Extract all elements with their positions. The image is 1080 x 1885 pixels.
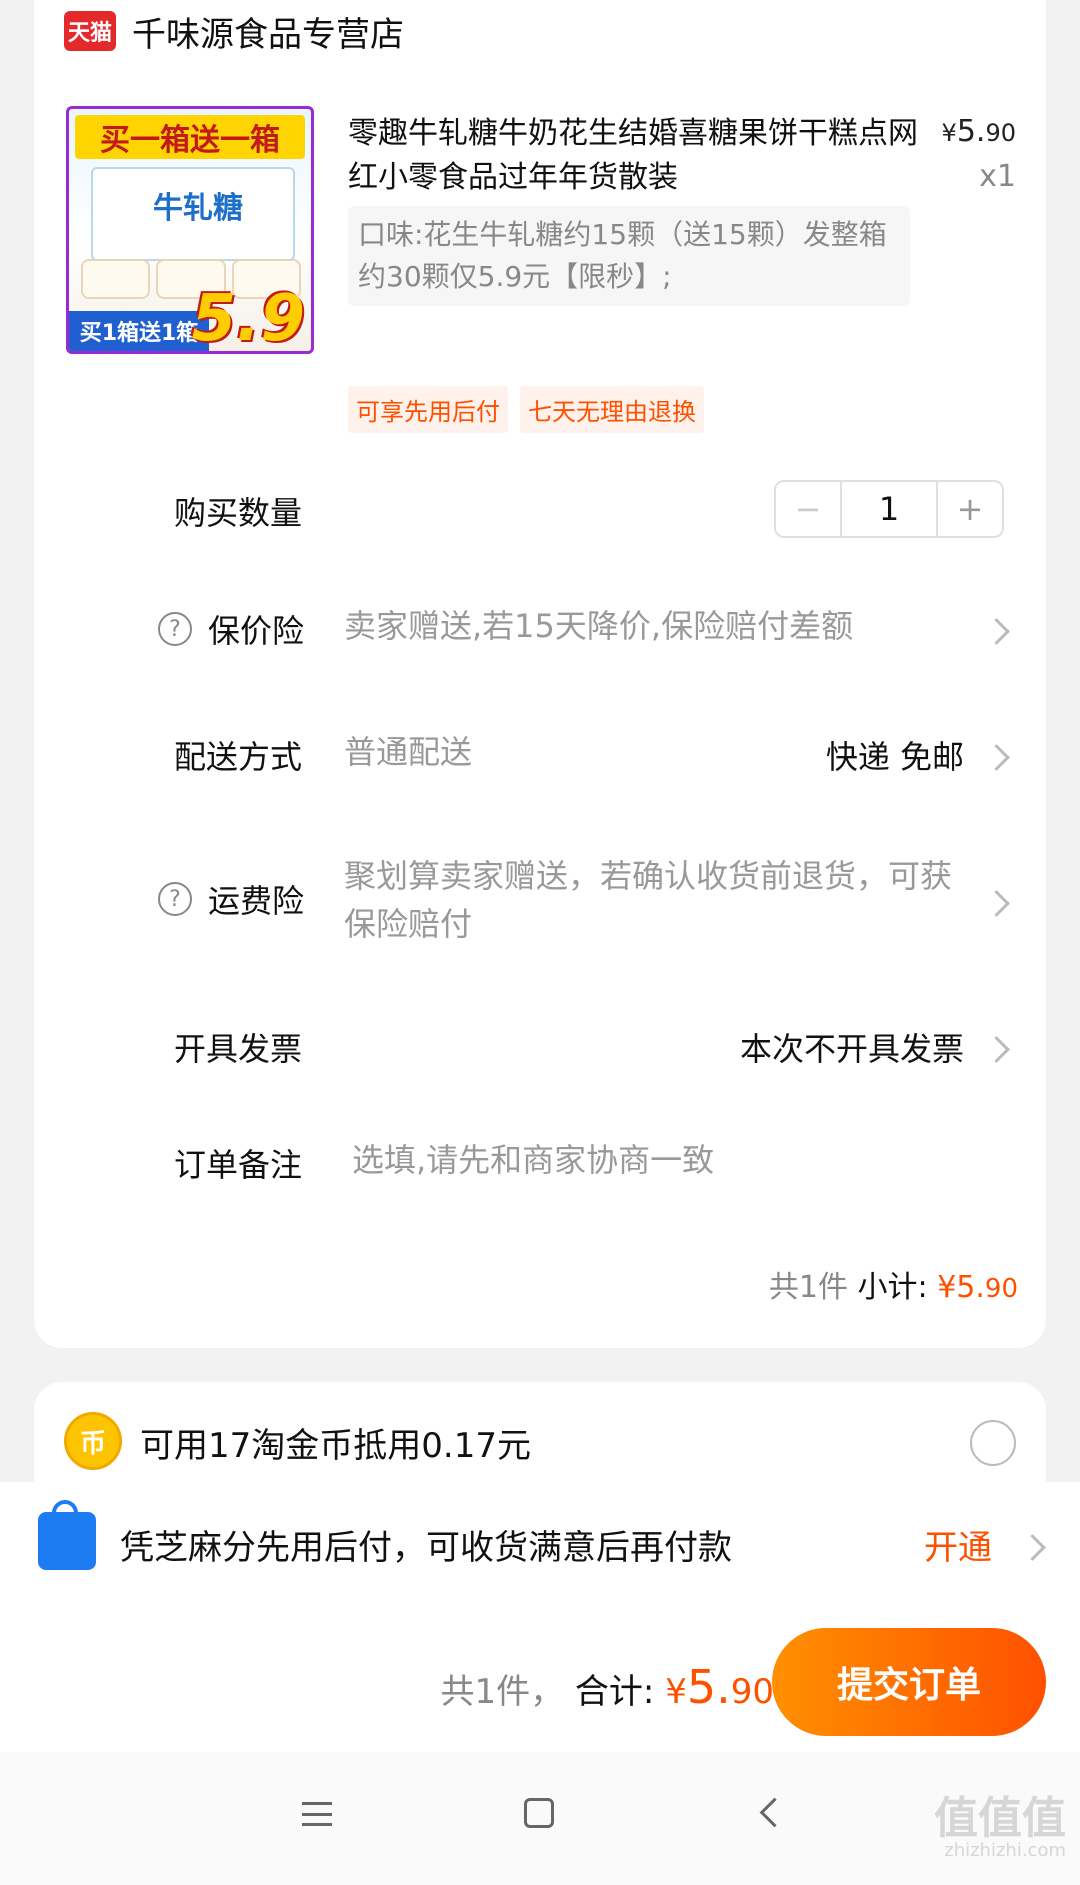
price-integer: 5. <box>956 114 986 149</box>
invoice-label: 开具发票 <box>174 1030 303 1068</box>
shopping-bag-icon <box>38 1512 96 1570</box>
submit-bar: 共1件， 合计: ¥5.90 提交订单 <box>0 1612 1080 1754</box>
total-currency: ¥ <box>665 1672 687 1712</box>
delivery-label: 配送方式 <box>174 738 303 776</box>
product-price: ¥5.90 x1 <box>942 114 1016 194</box>
price-protect-value: 卖家赠送,若15天降价,保险赔付差额 <box>344 607 854 645</box>
invoice-row[interactable]: 开具发票 本次不开具发票 <box>34 1018 1046 1078</box>
submit-order-button[interactable]: 提交订单 <box>772 1628 1046 1736</box>
help-icon[interactable]: ? <box>158 612 192 646</box>
open-button[interactable]: 开通 <box>924 1520 992 1569</box>
tag-return: 七天无理由退换 <box>520 386 704 433</box>
quantity-stepper[interactable]: − 1 + <box>774 480 1004 538</box>
product-quantity: x1 <box>979 159 1016 194</box>
product-image[interactable]: 买一箱送一箱 牛轧糖 买1箱送1箱 5.9 <box>66 106 314 354</box>
price-protect-row[interactable]: ? 保价险 卖家赠送,若15天降价,保险赔付差额 <box>34 600 1046 660</box>
chevron-right-icon <box>1019 1534 1046 1561</box>
image-promo-bottom: 买1箱送1箱 <box>69 311 209 351</box>
product-spec[interactable]: 口味:花生牛轧糖约15颗（送15颗）发整箱约30颗仅5.9元【限秒】; <box>348 206 910 306</box>
total-decimal: 90 <box>730 1672 774 1712</box>
subtotal: 共1件 小计: ¥5.90 <box>769 1262 1018 1306</box>
order-note-input[interactable]: 选填,请先和商家协商一致 <box>352 1136 714 1184</box>
decrease-button[interactable]: − <box>776 482 842 536</box>
image-price: 5.9 <box>191 282 305 354</box>
pay-later-text: 凭芝麻分先用后付，可收货满意后再付款 <box>120 1528 732 1568</box>
tmall-logo: 天猫 <box>64 11 116 51</box>
increase-button[interactable]: + <box>936 482 1002 536</box>
image-candy-box: 牛轧糖 <box>91 167 295 261</box>
chevron-right-icon <box>983 1036 1010 1063</box>
price-protect-label: 保价险 <box>208 612 305 650</box>
price-decimal: 90 <box>985 119 1016 147</box>
coin-radio[interactable] <box>970 1420 1016 1466</box>
quantity-value[interactable]: 1 <box>842 482 936 536</box>
help-icon[interactable]: ? <box>158 882 192 916</box>
back-icon[interactable] <box>759 1797 790 1828</box>
watermark: 值值值 <box>934 1793 1066 1844</box>
total-label: 合计: <box>574 1672 655 1712</box>
service-tags: 可享先用后付 七天无理由退换 <box>348 386 704 433</box>
order-note-label: 订单备注 <box>174 1146 303 1184</box>
quantity-label: 购买数量 <box>174 494 303 532</box>
invoice-value: 本次不开具发票 <box>739 1030 964 1068</box>
shipping-insurance-row[interactable]: ? 运费险 聚划算卖家赠送，若确认收货前退货，可获保险赔付 <box>34 852 1046 952</box>
total-count: 共1件， <box>440 1672 565 1712</box>
delivery-value: 普通配送 <box>344 733 473 771</box>
shipping-insurance-label: 运费险 <box>208 882 305 920</box>
image-promo-top: 买一箱送一箱 <box>75 115 305 159</box>
subtotal-integer: 5. <box>956 1270 985 1305</box>
menu-icon[interactable] <box>302 1802 332 1826</box>
product-title[interactable]: 零趣牛轧糖牛奶花生结婚喜糖果饼干糕点网红小零食品过年年货散装 <box>348 112 918 200</box>
system-nav-bar: 值值值 zhizhizhi.com <box>0 1752 1080 1885</box>
delivery-method: 快递 免邮 <box>825 738 964 776</box>
shipping-insurance-value: 聚划算卖家赠送，若确认收货前退货，可获保险赔付 <box>344 857 953 943</box>
subtotal-decimal: 90 <box>984 1274 1018 1304</box>
tag-pay-later: 可享先用后付 <box>348 386 508 433</box>
subtotal-count: 共1件 <box>768 1270 848 1305</box>
total: 共1件， 合计: ¥5.90 <box>440 1660 774 1714</box>
order-card: 天猫 千味源食品专营店 买一箱送一箱 牛轧糖 买1箱送1箱 5.9 零趣牛轧糖牛… <box>34 0 1046 1348</box>
subtotal-label: 小计: <box>857 1270 928 1305</box>
chevron-right-icon <box>983 744 1010 771</box>
watermark-url: zhizhizhi.com <box>944 1840 1066 1861</box>
home-icon[interactable] <box>524 1798 554 1828</box>
image-box-label: 牛轧糖 <box>153 191 243 226</box>
chevron-right-icon <box>983 890 1010 917</box>
shop-name[interactable]: 千味源食品专营店 <box>132 7 404 56</box>
coin-icon: 币 <box>64 1412 122 1470</box>
chevron-right-icon <box>983 618 1010 645</box>
subtotal-currency: ¥ <box>937 1270 957 1305</box>
pay-later-bar[interactable]: 凭芝麻分先用后付，可收货满意后再付款 开通 <box>0 1482 1080 1612</box>
shop-header[interactable]: 天猫 千味源食品专营店 <box>64 7 404 56</box>
coin-text: 可用17淘金币抵用0.17元 <box>140 1426 531 1466</box>
total-integer: 5. <box>686 1660 731 1714</box>
order-note-row[interactable]: 订单备注 选填,请先和商家协商一致 <box>34 1134 1046 1194</box>
price-currency: ¥ <box>941 119 957 147</box>
delivery-row[interactable]: 配送方式 普通配送 快递 免邮 <box>34 726 1046 786</box>
